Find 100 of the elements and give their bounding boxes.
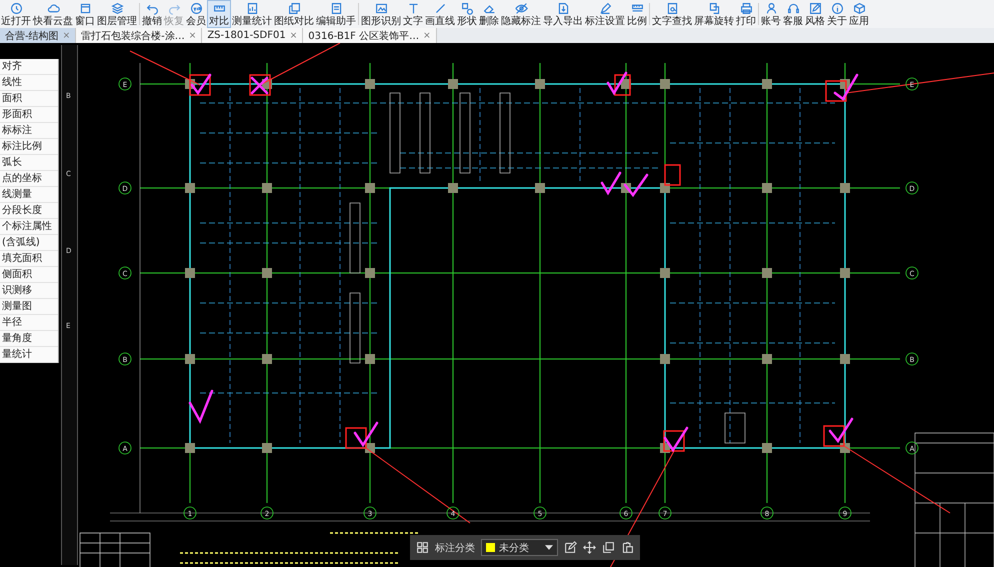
toolbar-button[interactable]: 撤销 — [141, 0, 163, 28]
menu-item[interactable]: 量统计 — [0, 347, 58, 363]
toolbar-button[interactable]: 应用 — [848, 0, 870, 28]
menu-item[interactable]: 形面积 — [0, 107, 58, 123]
axis-bubble — [118, 78, 132, 90]
menu-item[interactable]: 弧长 — [0, 155, 58, 171]
toolbar-button[interactable]: 账号 — [760, 0, 782, 28]
tab-title: 合营-结构图 — [5, 30, 59, 42]
tab-title: ZS-1801-SDF01 — [207, 30, 286, 41]
toolbar-button[interactable]: 快看云盘 — [32, 0, 74, 28]
document-tab[interactable]: 合营-结构图 × — [0, 28, 76, 43]
highlight-rectangle — [825, 80, 847, 102]
grid-icon[interactable] — [416, 541, 429, 554]
menu-item[interactable]: 半径 — [0, 315, 58, 331]
toolbar-button[interactable]: 图形识别 — [360, 0, 402, 28]
menu-item[interactable]: 面积 — [0, 91, 58, 107]
chart-icon — [246, 2, 258, 14]
check-mark — [354, 422, 378, 448]
highlight-rectangle — [823, 425, 845, 447]
category-dropdown[interactable]: 未分类 — [481, 539, 558, 556]
menu-item[interactable]: (含弧线) — [0, 235, 58, 251]
toolbar-button[interactable]: 近打开 — [0, 0, 32, 28]
pen-icon — [598, 2, 612, 14]
menu-item[interactable]: 标标注 — [0, 123, 58, 139]
close-button[interactable]: × — [290, 30, 298, 40]
shape-icon — [460, 2, 474, 14]
axis-bubble — [906, 352, 918, 366]
menu-item[interactable]: 量角度 — [0, 331, 58, 347]
vip-icon — [190, 2, 202, 14]
scale-icon — [630, 2, 644, 14]
toolbar-button[interactable]: 导入导出 — [542, 0, 584, 28]
category-value: 未分类 — [499, 542, 530, 554]
category-label: 标注分类 — [435, 542, 475, 554]
axis-bubble — [760, 506, 774, 520]
menu-item[interactable]: 个标注属性 — [0, 219, 58, 235]
copy-icon — [288, 2, 300, 14]
toolbar-button[interactable]: 比例 — [626, 0, 648, 28]
toolbar-button[interactable]: 关于 — [826, 0, 848, 28]
check-mark — [188, 390, 214, 424]
toolbar-button[interactable]: 会员 — [185, 0, 207, 28]
rotate-icon — [708, 2, 720, 14]
toolbar-button[interactable]: 文字查找 — [651, 0, 693, 28]
toolbar-button[interactable]: 对比 — [207, 0, 231, 28]
document-tab[interactable]: 雷打石包装综合楼-涂… × — [76, 28, 202, 43]
axis-bubble — [906, 182, 918, 194]
edit-icon[interactable] — [564, 541, 577, 554]
menu-item[interactable]: 线测量 — [0, 187, 58, 203]
toolbar-button[interactable]: 画直线 — [424, 0, 456, 28]
toolbar-button[interactable]: 屏幕旋转 — [693, 0, 735, 28]
check-mark — [834, 74, 858, 101]
close-button[interactable]: × — [423, 30, 431, 40]
axis-bubble — [446, 506, 460, 520]
toolbar-button[interactable]: 图纸对比 — [273, 0, 315, 28]
paste-icon[interactable] — [621, 541, 634, 554]
toolbar-button[interactable]: 客服 — [782, 0, 804, 28]
copy-icon[interactable] — [602, 541, 615, 554]
window-icon — [78, 2, 92, 14]
axis-bubble — [906, 266, 918, 280]
toolbar-button[interactable]: 编辑助手 — [315, 0, 357, 28]
axis-bubble — [118, 182, 132, 194]
close-button[interactable]: × — [188, 30, 196, 40]
menu-item[interactable]: 填充面积 — [0, 251, 58, 267]
document-tab[interactable]: ZS-1801-SDF01 × — [202, 28, 304, 43]
highlight-rectangle — [664, 164, 681, 186]
toolbar-button[interactable]: 文字 — [402, 0, 424, 28]
layers-icon — [110, 2, 124, 14]
caret-icon — [545, 545, 553, 550]
menu-item[interactable]: 分段长度 — [0, 203, 58, 219]
axis-bubble — [906, 442, 918, 454]
toolbar-button[interactable]: 打印 — [735, 0, 757, 28]
axis-bubble — [260, 506, 274, 520]
toolbar-button[interactable]: 图层管理 — [96, 0, 138, 28]
check-mark — [624, 174, 648, 198]
printer-icon — [740, 2, 752, 14]
move-icon[interactable] — [583, 541, 596, 554]
cloud-icon — [46, 2, 60, 14]
menu-item[interactable]: 测量图 — [0, 299, 58, 315]
menu-item[interactable]: 标注比例 — [0, 139, 58, 155]
menu-item[interactable]: 对齐 — [0, 59, 58, 75]
toolbar-button[interactable]: 窗口 — [74, 0, 96, 28]
edit-icon — [808, 2, 822, 14]
toolbar-button[interactable]: 测量统计 — [231, 0, 273, 28]
import-icon — [556, 2, 570, 14]
toolbar-button[interactable]: 形状 — [456, 0, 478, 28]
info-icon — [830, 2, 844, 14]
menu-item[interactable]: 侧面积 — [0, 267, 58, 283]
highlight-rectangle — [614, 74, 631, 96]
menu-item[interactable]: 线性 — [0, 75, 58, 91]
toolbar-button[interactable]: 删除 — [478, 0, 500, 28]
document-tab[interactable]: 0316-B1F 公区装饰平… × — [303, 28, 437, 43]
axis-bubble — [118, 352, 132, 366]
toolbar-button[interactable]: 风格 — [804, 0, 826, 28]
tab-title: 雷打石包装综合楼-涂… — [81, 30, 185, 42]
menu-item[interactable]: 点的坐标 — [0, 171, 58, 187]
menu-item[interactable]: 识测移 — [0, 283, 58, 299]
toolbar-button[interactable]: 标注设置 — [584, 0, 626, 28]
image-icon — [374, 2, 388, 14]
toolbar-button[interactable]: 隐藏标注 — [500, 0, 542, 28]
axis-bubble — [838, 506, 852, 520]
axis-bubble — [658, 506, 672, 520]
